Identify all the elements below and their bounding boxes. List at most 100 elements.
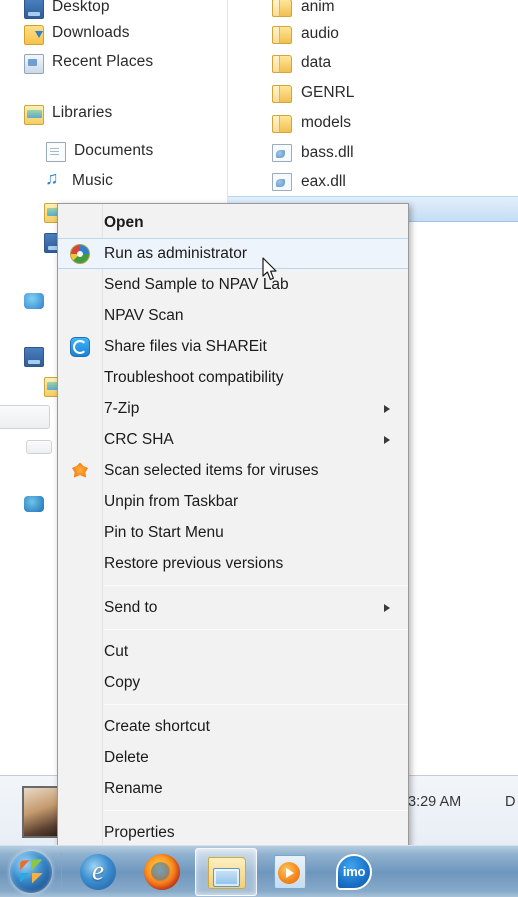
menu-item-crc-sha[interactable]: CRC SHA xyxy=(58,424,408,455)
imo-label: imo xyxy=(342,864,366,879)
menu-item-properties[interactable]: Properties xyxy=(58,817,408,848)
menu-item-share-files-via-shareit[interactable]: Share files via SHAREit xyxy=(58,331,408,362)
menu-item-label: Rename xyxy=(104,779,163,797)
menu-item-copy[interactable]: Copy xyxy=(58,667,408,698)
dll-file-icon xyxy=(272,144,292,162)
nav-item-downloads[interactable]: Downloads xyxy=(0,18,130,48)
menu-item-pin-to-start-menu[interactable]: Pin to Start Menu xyxy=(58,517,408,548)
nav-item-label: Desktop xyxy=(52,0,110,15)
menu-item-troubleshoot-compatibility[interactable]: Troubleshoot compatibility xyxy=(58,362,408,393)
menu-item-label: CRC SHA xyxy=(104,430,174,448)
menu-item-restore-previous-versions[interactable]: Restore previous versions xyxy=(58,548,408,579)
list-item[interactable]: data xyxy=(228,48,331,78)
network-icon xyxy=(24,496,44,512)
menu-item-label: Pin to Start Menu xyxy=(104,523,224,541)
menu-item-label: Open xyxy=(104,213,144,231)
menu-item-open[interactable]: Open xyxy=(58,207,408,238)
menu-separator xyxy=(104,704,408,705)
computer-icon xyxy=(24,346,44,367)
chevron-right-icon xyxy=(384,404,390,413)
menu-item-7-zip[interactable]: 7-Zip xyxy=(58,393,408,424)
context-menu: Open Run as administrator Send Sample to… xyxy=(57,203,409,852)
menu-item-label: Cut xyxy=(104,642,129,660)
folder-icon xyxy=(272,0,292,17)
list-item[interactable]: audio xyxy=(228,19,339,49)
list-item[interactable]: bass.dll xyxy=(228,138,354,168)
menu-item-delete[interactable]: Delete xyxy=(58,742,408,773)
play-triangle-icon xyxy=(286,867,294,878)
avast-icon xyxy=(70,461,90,481)
desktop-icon xyxy=(24,0,44,19)
menu-item-run-as-administrator[interactable]: Run as administrator xyxy=(58,238,408,269)
nav-item-music[interactable]: Music xyxy=(0,166,113,196)
menu-item-label: Delete xyxy=(104,748,149,766)
menu-item-label: 7-Zip xyxy=(104,399,140,417)
taskbar-button-internet-explorer[interactable] xyxy=(67,848,129,896)
list-item[interactable]: eax.dll xyxy=(228,167,346,197)
file-name: GENRL xyxy=(301,84,355,101)
screen-root: Desktop Downloads Recent Places Librarie… xyxy=(0,0,518,897)
menu-item-scan-selected-items-for-viruses[interactable]: Scan selected items for viruses xyxy=(58,455,408,486)
menu-separator xyxy=(104,585,408,586)
nav-scroll-ghost-a xyxy=(0,405,50,429)
file-name: bass.dll xyxy=(301,144,354,161)
file-name: data xyxy=(301,54,332,71)
menu-item-rename[interactable]: Rename xyxy=(58,773,408,804)
menu-item-label: Copy xyxy=(104,673,141,691)
nav-item-homegroup-occluded[interactable] xyxy=(0,285,52,315)
menu-item-create-shortcut[interactable]: Create shortcut xyxy=(58,711,408,742)
media-player-icon xyxy=(274,854,306,889)
list-item[interactable]: models xyxy=(228,108,351,138)
menu-item-unpin-from-taskbar[interactable]: Unpin from Taskbar xyxy=(58,486,408,517)
start-button[interactable] xyxy=(4,849,58,895)
menu-separator xyxy=(104,629,408,630)
folder-icon xyxy=(272,54,292,73)
nav-item-documents[interactable]: Documents xyxy=(0,136,153,166)
menu-item-label: Restore previous versions xyxy=(104,554,284,572)
taskbar-button-firefox[interactable] xyxy=(131,848,193,896)
taskbar-button-imo[interactable]: imo xyxy=(323,848,385,896)
folder-icon xyxy=(272,84,292,103)
nav-item-recent-places[interactable]: Recent Places xyxy=(0,47,153,77)
libraries-icon xyxy=(24,104,44,125)
nav-item-libraries[interactable]: Libraries xyxy=(0,98,112,128)
file-name: audio xyxy=(301,25,339,42)
dll-file-icon xyxy=(272,173,292,191)
file-thumbnail xyxy=(22,786,60,838)
chevron-right-icon xyxy=(384,435,390,444)
chevron-right-icon xyxy=(384,603,390,612)
taskbar: imo xyxy=(0,845,518,897)
file-name: models xyxy=(301,114,351,131)
menu-item-label: Create shortcut xyxy=(104,717,210,735)
menu-separator xyxy=(104,810,408,811)
music-icon xyxy=(44,169,64,192)
menu-item-cut[interactable]: Cut xyxy=(58,636,408,667)
nav-item-label: Music xyxy=(72,172,113,189)
nav-item-label: Libraries xyxy=(52,104,113,121)
windows-start-orb-icon xyxy=(10,850,52,893)
firefox-icon xyxy=(144,853,180,890)
menu-item-send-to[interactable]: Send to xyxy=(58,592,408,623)
menu-item-label: Troubleshoot compatibility xyxy=(104,368,284,386)
taskbar-button-windows-media-player[interactable] xyxy=(259,848,321,896)
nav-item-label: Downloads xyxy=(52,24,130,41)
menu-item-label: Scan selected items for viruses xyxy=(104,461,319,479)
nav-item-network-occluded[interactable] xyxy=(0,488,52,518)
menu-item-send-sample-to-npav-lab[interactable]: Send Sample to NPAV Lab xyxy=(58,269,408,300)
menu-item-label: Run as administrator xyxy=(104,244,248,262)
list-item[interactable]: GENRL xyxy=(228,78,354,108)
documents-icon xyxy=(46,142,66,162)
recent-places-icon xyxy=(24,53,44,74)
menu-item-npav-scan[interactable]: NPAV Scan xyxy=(58,300,408,331)
downloads-icon xyxy=(24,24,44,45)
menu-item-label: NPAV Scan xyxy=(104,306,184,324)
taskbar-button-windows-explorer[interactable] xyxy=(195,847,257,896)
nav-scroll-ghost-b xyxy=(26,440,52,454)
nav-item-computer-occluded[interactable] xyxy=(0,340,52,370)
windows-explorer-icon xyxy=(208,856,246,889)
menu-item-label: Send Sample to NPAV Lab xyxy=(104,275,289,293)
menu-item-label: Properties xyxy=(104,823,175,841)
folder-icon xyxy=(272,114,292,133)
shareit-icon xyxy=(70,336,90,357)
file-name: anim xyxy=(301,0,335,15)
